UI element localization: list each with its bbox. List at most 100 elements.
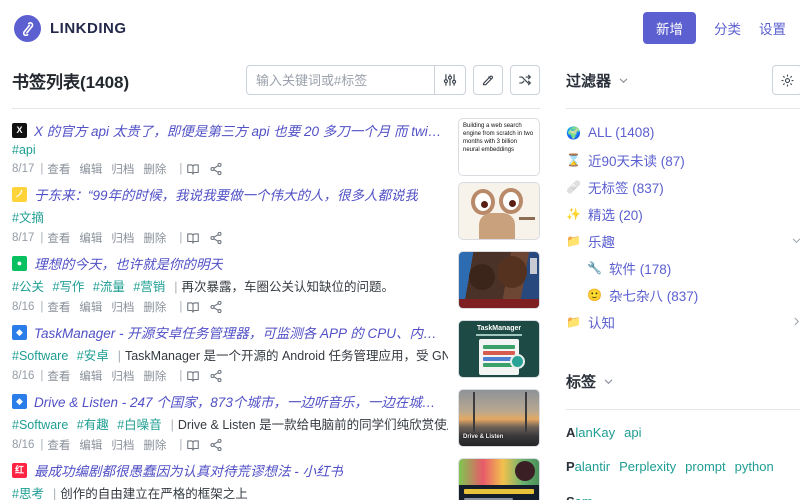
globe-icon: 🌍 xyxy=(566,125,581,140)
action-delete[interactable]: 删除 xyxy=(143,299,166,315)
filter-link[interactable]: 乐趣 xyxy=(588,231,615,251)
home-link[interactable]: LINKDING xyxy=(14,14,127,42)
expand-icon[interactable] xyxy=(791,316,800,327)
action-edit[interactable]: 编辑 xyxy=(79,299,102,315)
bookmark-tag[interactable]: #有趣 xyxy=(77,418,109,432)
tag-link[interactable]: api xyxy=(624,425,641,440)
action-view[interactable]: 查看 xyxy=(47,368,70,384)
action-edit[interactable]: 编辑 xyxy=(79,437,102,453)
app-header: LINKDING 新增 分类 设置 xyxy=(12,0,788,56)
random-order-button[interactable] xyxy=(510,65,540,95)
bookmark-tag[interactable]: #安卓 xyxy=(77,349,109,363)
filter-item-misc: 🙂 杂七杂八 (837) xyxy=(566,281,800,308)
folder-icon: 📁 xyxy=(566,233,581,248)
action-view[interactable]: 查看 xyxy=(47,437,70,453)
bookmark-tag[interactable]: #公关 xyxy=(12,280,44,294)
action-edit[interactable]: 编辑 xyxy=(79,230,102,246)
bookmark-link[interactable]: 于东来：“99年的时候，我说我要做一个伟大的人，很多人都说我 xyxy=(34,184,418,204)
bookmark-link[interactable]: 最成功编剧都很愚蠢因为认真对待荒谬想法 - 小红书 xyxy=(34,460,343,480)
bookmark-tag[interactable]: #思考 xyxy=(12,487,44,500)
reader-view-icon[interactable] xyxy=(186,162,200,176)
bookmark-tag[interactable]: #Software xyxy=(12,349,68,363)
reader-view-icon[interactable] xyxy=(186,231,200,245)
reader-view-icon[interactable] xyxy=(186,438,200,452)
reader-view-icon[interactable] xyxy=(186,300,200,314)
search-input[interactable] xyxy=(246,65,434,95)
header-nav: 新增 分类 设置 xyxy=(643,12,786,44)
nav-settings[interactable]: 设置 xyxy=(759,18,786,38)
share-icon[interactable] xyxy=(209,369,223,383)
chevron-down-icon[interactable] xyxy=(603,376,614,387)
bookmark-tag[interactable]: #流量 xyxy=(93,280,125,294)
tag-link[interactable]: prompt xyxy=(685,459,725,474)
action-view[interactable]: 查看 xyxy=(47,299,70,315)
action-delete[interactable]: 删除 xyxy=(143,437,166,453)
site-favicon: ノ xyxy=(12,186,27,202)
filter-link[interactable]: 杂七杂八 (837) xyxy=(609,285,698,305)
tag-link[interactable]: alantir xyxy=(575,459,610,474)
bookmark-tag[interactable]: #文摘 xyxy=(12,211,44,225)
bookmark-link[interactable]: 理想的今天，也许就是你的明天 xyxy=(34,253,223,273)
bookmark-item: ● 理想的今天，也许就是你的明天 #公关 #写作 #流量 #营销 | 再次暴露，车圈… xyxy=(12,249,540,318)
chevron-down-icon[interactable] xyxy=(618,75,629,86)
filter-link[interactable]: 认知 xyxy=(588,312,615,332)
add-bookmark-button[interactable]: 新增 xyxy=(643,12,696,44)
bookmark-tag[interactable]: #营销 xyxy=(133,280,165,294)
filter-link[interactable]: 无标签 (837) xyxy=(588,177,664,197)
reader-view-icon[interactable] xyxy=(186,369,200,383)
tag-link[interactable]: Perplexity xyxy=(619,459,676,474)
bulk-edit-button[interactable] xyxy=(473,65,503,95)
search-options-button[interactable] xyxy=(434,65,466,95)
bookmark-tag[interactable]: #Software xyxy=(12,418,68,432)
share-icon[interactable] xyxy=(209,438,223,452)
tags-title: 标签 xyxy=(566,373,597,391)
collapse-icon[interactable] xyxy=(791,235,800,246)
bookmark-thumbnail[interactable] xyxy=(458,251,540,309)
shuffle-icon xyxy=(518,73,532,87)
filter-link[interactable]: 精选 (20) xyxy=(588,204,643,224)
action-view[interactable]: 查看 xyxy=(47,230,70,246)
nav-categories[interactable]: 分类 xyxy=(714,18,741,38)
bookmark-tag[interactable]: #写作 xyxy=(52,280,84,294)
tag-link[interactable]: lanKay xyxy=(575,425,615,440)
share-icon[interactable] xyxy=(209,162,223,176)
bookmark-description: Drive & Listen 是一款给电脑前的同学们纯欣赏使用的... xyxy=(177,418,448,432)
bookmark-list-panel: 书签列表(1408) 输入关键词或#标签 X X 的官方 api 太贵了，即便是… xyxy=(12,56,540,500)
action-archive[interactable]: 归档 xyxy=(111,161,134,177)
action-delete[interactable]: 删除 xyxy=(143,161,166,177)
action-view[interactable]: 查看 xyxy=(47,161,70,177)
action-archive[interactable]: 归档 xyxy=(111,437,134,453)
tag-group-letter: A xyxy=(566,425,576,440)
filter-settings-button[interactable] xyxy=(772,65,800,95)
bookmark-link[interactable]: X 的官方 api 太贵了，即便是第三方 api 也要 20 多刀一个月 而 t… xyxy=(34,120,448,140)
action-delete[interactable]: 删除 xyxy=(143,368,166,384)
filter-link[interactable]: 近90天未读 (87) xyxy=(588,150,685,170)
tag-link[interactable]: python xyxy=(735,459,774,474)
action-archive[interactable]: 归档 xyxy=(111,368,134,384)
filter-item-featured: ✨ 精选 (20) xyxy=(566,200,800,227)
bookmark-thumbnail[interactable]: Building a web search engine from scratc… xyxy=(458,118,540,176)
bookmark-item: ノ 于东来：“99年的时候，我说我要做一个伟大的人，很多人都说我 #文摘 8/1… xyxy=(12,180,540,249)
separator: | xyxy=(117,349,121,363)
bookmark-thumbnail[interactable]: TaskManager xyxy=(458,320,540,378)
filter-tree: 🌍 ALL (1408) ⌛ 近90天未读 (87) 🩹 无标签 (837) ✨… xyxy=(566,109,800,335)
filter-link[interactable]: ALL (1408) xyxy=(588,125,654,140)
bookmark-thumbnail[interactable] xyxy=(458,182,540,240)
bookmark-link[interactable]: TaskManager - 开源安卓任务管理器，可监测各 APP 的 CPU、内… xyxy=(34,322,448,342)
page-title: 书签列表(1408) xyxy=(12,72,130,92)
action-archive[interactable]: 归档 xyxy=(111,299,134,315)
bookmark-description: 创作的自由建立在严格的框架之上 xyxy=(60,487,248,500)
action-archive[interactable]: 归档 xyxy=(111,230,134,246)
share-icon[interactable] xyxy=(209,300,223,314)
action-edit[interactable]: 编辑 xyxy=(79,368,102,384)
bookmark-tag[interactable]: #api xyxy=(12,143,36,157)
action-edit[interactable]: 编辑 xyxy=(79,161,102,177)
share-icon[interactable] xyxy=(209,231,223,245)
action-delete[interactable]: 删除 xyxy=(143,230,166,246)
bookmark-thumbnail[interactable]: Drive & Listen xyxy=(458,389,540,447)
separator: | xyxy=(40,301,44,313)
bookmark-thumbnail[interactable] xyxy=(458,458,540,500)
filter-link[interactable]: 软件 (178) xyxy=(609,258,671,278)
bookmark-tag[interactable]: #白噪音 xyxy=(117,418,161,432)
bookmark-link[interactable]: Drive & Listen - 247 个国家，873个城市，一边听音乐，一边… xyxy=(34,391,448,411)
